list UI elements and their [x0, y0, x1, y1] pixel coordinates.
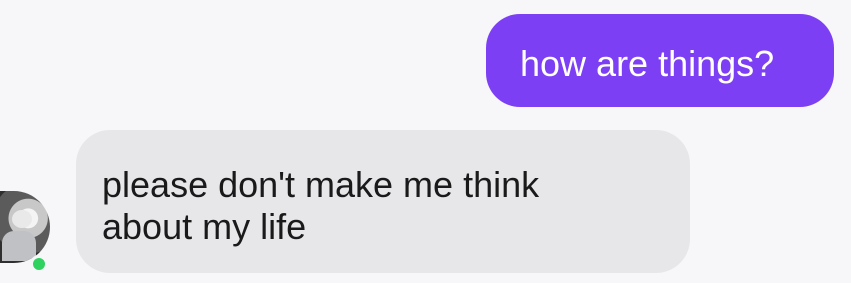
contact-avatar-wrap[interactable]	[0, 191, 51, 273]
outgoing-message-text: how are things?	[520, 43, 775, 84]
chat-thread: how are things? please don't make me thi…	[0, 0, 851, 283]
online-status-icon	[30, 255, 48, 273]
incoming-message-line-2: about my life	[102, 206, 307, 248]
incoming-message-line-1: please don't make me think	[102, 164, 540, 205]
outgoing-message-bubble[interactable]: how are things?	[486, 14, 834, 107]
contact-avatar[interactable]	[0, 191, 50, 263]
incoming-message-bubble[interactable]: please don't make me think about my life	[76, 130, 690, 273]
